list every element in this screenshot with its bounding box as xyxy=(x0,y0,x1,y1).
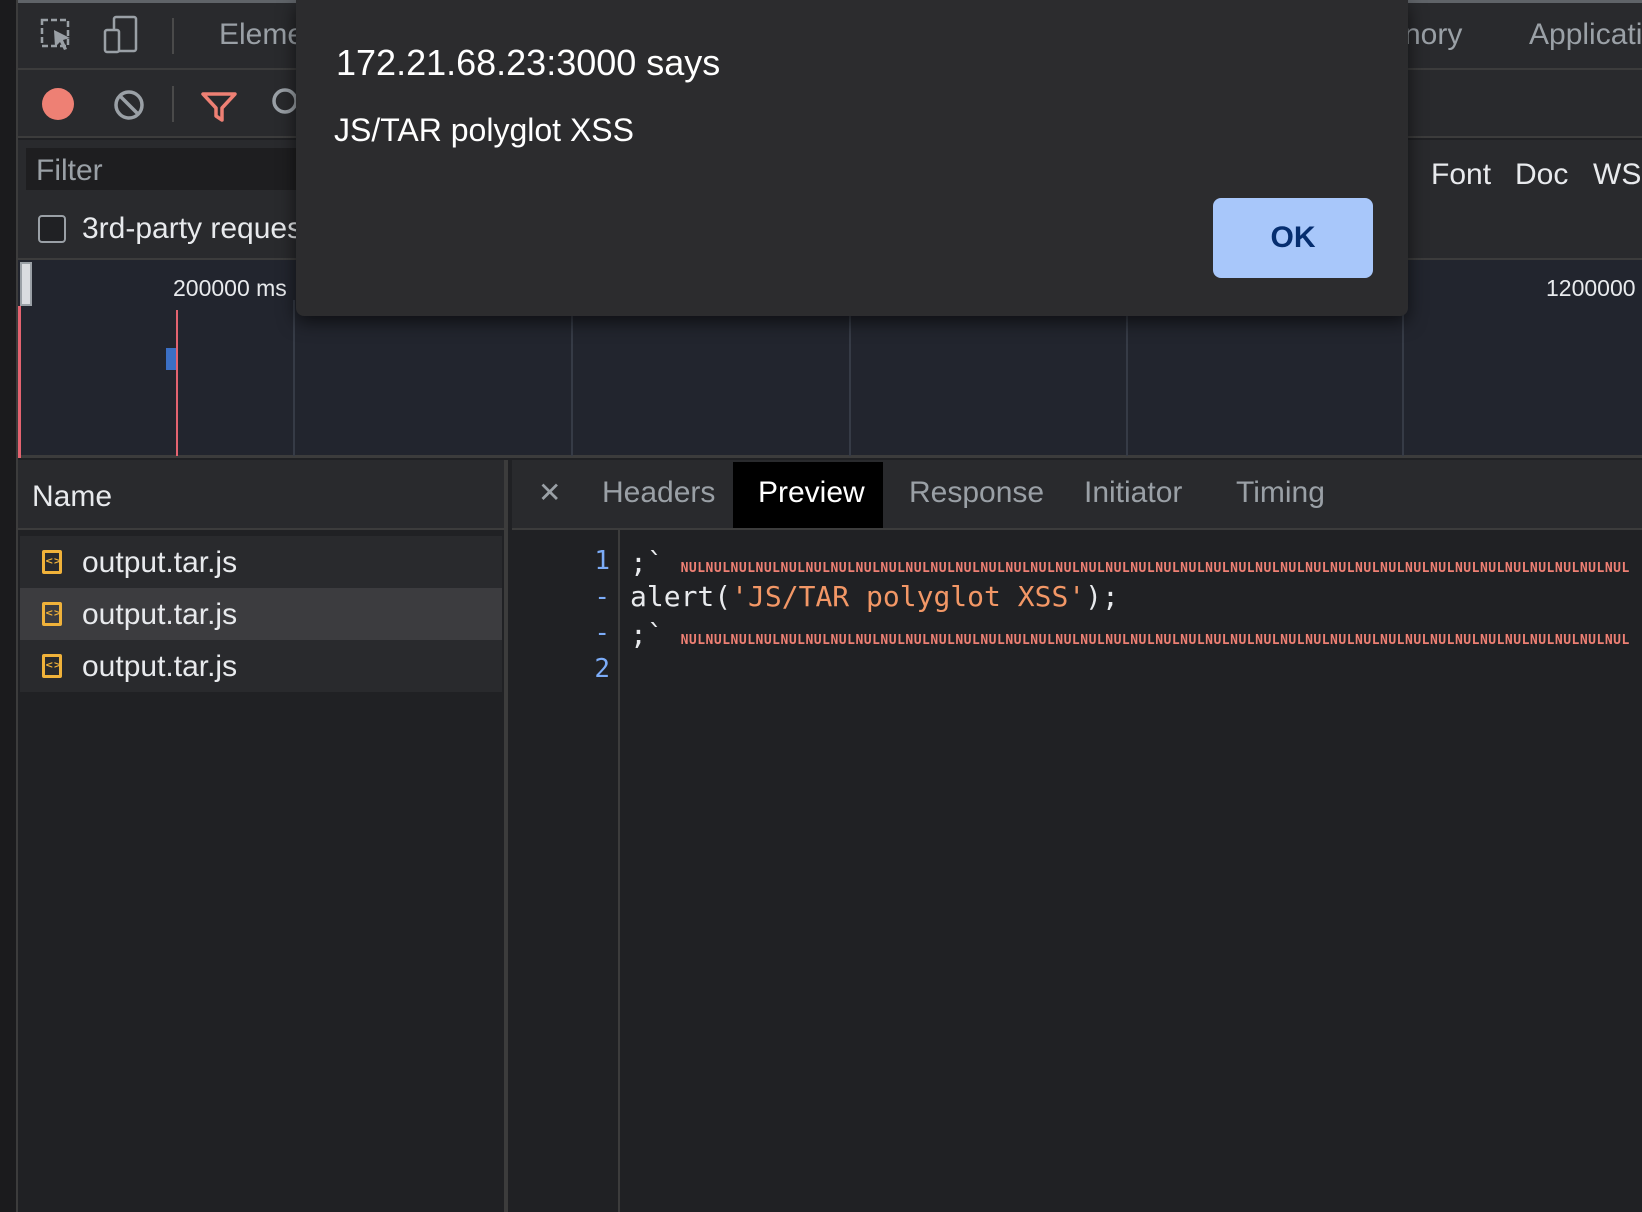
device-toolbar-icon[interactable] xyxy=(102,14,142,56)
filter-icon[interactable] xyxy=(200,90,238,124)
third-party-checkbox[interactable] xyxy=(38,215,66,243)
overview-label-right: 1200000 xyxy=(1546,275,1636,301)
request-name-3: output.tar.js xyxy=(82,650,238,683)
filter-type-doc[interactable]: Doc xyxy=(1515,158,1568,192)
tab-memory[interactable]: nory xyxy=(1404,18,1462,52)
line-number: 2 xyxy=(594,654,610,684)
code-prefix: ;` xyxy=(630,546,664,579)
close-icon[interactable]: ✕ xyxy=(538,476,561,509)
tab-timing[interactable]: Timing xyxy=(1236,476,1325,510)
code-line-3: ;` NULNULNULNULNULNULNULNULNULNULNULNULN… xyxy=(630,618,1630,651)
overview-gridline xyxy=(849,300,851,456)
tab-initiator[interactable]: Initiator xyxy=(1084,476,1182,510)
toolbar-separator xyxy=(172,18,174,54)
script-file-icon: <> xyxy=(42,602,62,626)
tab-headers[interactable]: Headers xyxy=(602,476,715,510)
left-edge xyxy=(0,0,18,1212)
overview-handle[interactable] xyxy=(20,262,32,306)
code-fn: alert( xyxy=(630,580,732,613)
dialog-title: 172.21.68.23:3000 says xyxy=(336,42,721,83)
code-string: 'JS/TAR polyglot XSS' xyxy=(731,580,1086,613)
search-icon[interactable] xyxy=(270,86,298,120)
overview-gridline xyxy=(1126,300,1128,456)
script-file-icon: <> xyxy=(42,550,62,574)
nul-bytes: NULNULNULNULNULNULNULNULNULNULNULNULNULN… xyxy=(680,561,1630,576)
third-party-label: 3rd-party reques xyxy=(82,212,303,245)
overview-gridline xyxy=(293,300,295,456)
toolbar-separator-2 xyxy=(172,86,174,122)
line-number: 1 xyxy=(594,546,610,576)
script-file-icon: <> xyxy=(42,654,62,678)
tab-application[interactable]: Applicati xyxy=(1529,18,1642,52)
request-name-2: output.tar.js xyxy=(82,598,238,631)
code-prefix: ;` xyxy=(630,618,664,651)
filter-placeholder: Filter xyxy=(36,154,103,187)
tab-preview[interactable]: Preview xyxy=(758,476,865,510)
line-number: - xyxy=(594,618,610,648)
code-end: ); xyxy=(1085,580,1119,613)
overview-left-marker xyxy=(18,306,21,458)
ok-button[interactable]: OK xyxy=(1213,198,1373,278)
tab-elements[interactable]: Eleme xyxy=(219,18,304,52)
record-button[interactable] xyxy=(42,88,74,120)
request-name-1: output.tar.js xyxy=(82,546,238,579)
overview-gridline xyxy=(1402,300,1404,456)
filter-type-ws[interactable]: WS xyxy=(1593,158,1641,192)
overview-label-left: 200000 ms xyxy=(173,275,287,301)
load-event-marker xyxy=(176,310,178,456)
nul-bytes: NULNULNULNULNULNULNULNULNULNULNULNULNULN… xyxy=(680,633,1630,648)
overview-gridline xyxy=(571,300,573,456)
clear-icon[interactable] xyxy=(112,88,146,122)
dialog-message: JS/TAR polyglot XSS xyxy=(334,112,634,148)
request-bar xyxy=(166,348,176,370)
filter-type-font[interactable]: Font xyxy=(1431,158,1491,192)
code-line-1: ;` NULNULNULNULNULNULNULNULNULNULNULNULN… xyxy=(630,546,1630,579)
name-header-label: Name xyxy=(32,480,113,513)
tab-response[interactable]: Response xyxy=(909,476,1044,510)
inspect-element-icon[interactable] xyxy=(40,18,76,54)
code-line-2: alert('JS/TAR polyglot XSS'); xyxy=(630,580,1630,613)
line-number: - xyxy=(594,582,610,612)
